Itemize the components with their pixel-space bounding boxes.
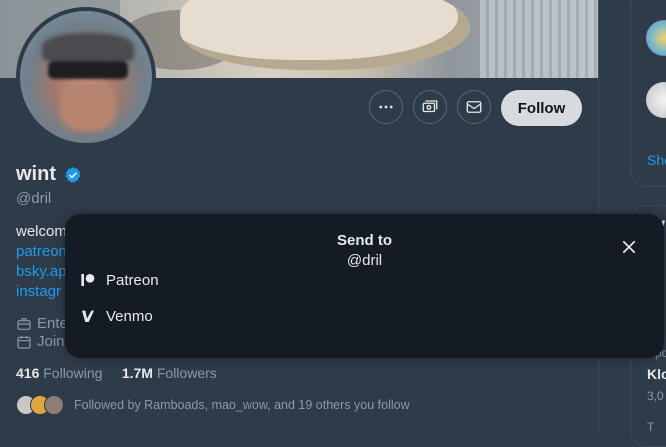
dialog-title: Send to [337,232,392,249]
patreon-icon [81,274,95,286]
category-text: Ente [37,315,68,332]
option-label: Patreon [106,271,159,289]
trend-count: 3,0 [647,389,664,403]
profile-category: Ente [16,315,68,332]
trend-title[interactable]: Klo [647,366,666,382]
verified-badge-icon[interactable] [64,166,82,184]
briefcase-icon [17,317,31,330]
close-button[interactable] [618,236,640,258]
dialog-subtitle: @dril [346,252,383,269]
option-venmo[interactable]: Venmo [80,304,153,328]
bio-link-patreon[interactable]: patreon [16,242,67,262]
send-to-dialog: Send to @dril Patreon Venmo [65,214,664,358]
profile-avatar[interactable] [16,7,156,147]
subscribe-money-icon [422,100,438,113]
followed-by-text: Followed by Ramboads, mao_wow, and 19 ot… [74,398,410,412]
followed-by-row[interactable]: Followed by Ramboads, mao_wow, and 19 ot… [16,395,410,415]
follow-button[interactable]: Follow [501,90,582,126]
close-icon [622,240,636,254]
message-button[interactable] [457,90,491,124]
calendar-icon [17,335,31,349]
subscribe-button[interactable] [413,90,447,124]
bio-text: welcom [16,223,67,240]
follower-avatar [44,395,64,415]
more-button[interactable] [369,90,403,124]
profile-handle: @dril [16,190,52,207]
following-link[interactable]: 416 Following [16,365,102,381]
more-horizontal-icon [379,105,393,109]
venmo-icon [82,310,94,322]
profile-name: wint [16,163,56,185]
profile-bio: welcom patreon bsky.ap instagr [16,222,67,302]
option-label: Venmo [106,307,153,325]
followers-link[interactable]: 1.7M Followers [122,365,217,381]
option-patreon[interactable]: Patreon [80,268,159,292]
profile-joined: Join [16,333,65,350]
next-trend: T [647,420,655,434]
bio-link-bsky[interactable]: bsky.ap [16,262,67,282]
envelope-icon [466,101,482,113]
show-more-link[interactable]: Sho [647,152,666,168]
bio-link-instagram[interactable]: instagr [16,282,67,302]
profile-stats: 416 Following 1.7M Followers [16,365,217,381]
joined-text: Join [37,333,65,350]
